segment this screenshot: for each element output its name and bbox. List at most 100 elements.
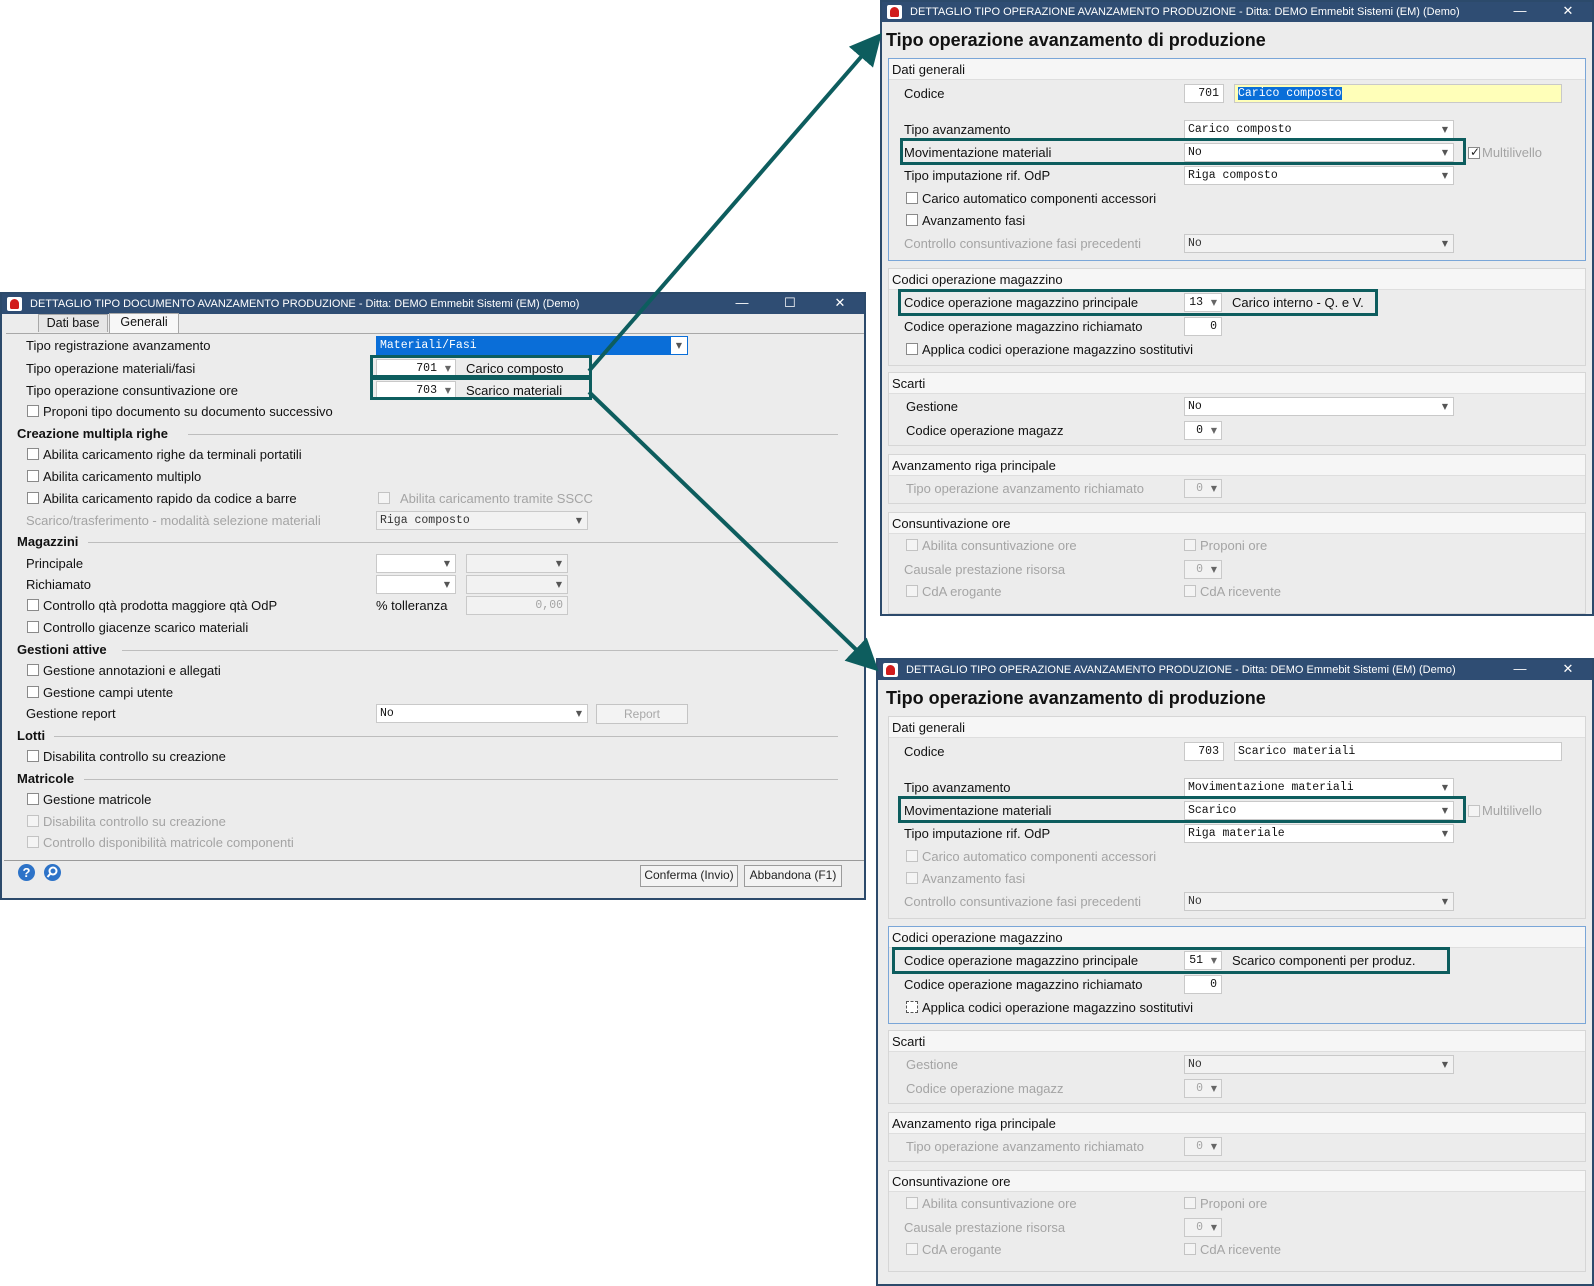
right-top-title: DETTAGLIO TIPO OPERAZIONE AVANZAMENTO PR… — [910, 6, 1460, 18]
cod-magazz-input[interactable]: 0 ▼ — [1184, 1079, 1222, 1098]
multilivello-checkbox[interactable]: ✓ — [1468, 145, 1481, 159]
carico-automatico-checkbox[interactable] — [906, 192, 918, 204]
disabilita-matricole-checkbox[interactable] — [27, 815, 39, 827]
report-button[interactable]: Report — [596, 704, 688, 724]
applica-sostitutivi-checkbox[interactable] — [906, 1001, 918, 1013]
right-bottom-title: DETTAGLIO TIPO OPERAZIONE AVANZAMENTO PR… — [906, 664, 1456, 676]
chevron-down-icon: ▼ — [1441, 171, 1449, 180]
cod-richiamato-input[interactable]: 0 — [1184, 317, 1222, 336]
richiamato-desc: ▼ — [466, 575, 568, 594]
richiamato-select[interactable]: ▼ — [376, 575, 456, 594]
cancel-button[interactable]: Abbandona (F1) — [744, 865, 842, 887]
check-icon: ✓ — [1470, 145, 1481, 159]
gestione-campi-checkbox[interactable] — [27, 686, 39, 698]
minimize-icon[interactable]: — — [1500, 2, 1540, 22]
controllo-qta-checkbox[interactable] — [27, 599, 39, 611]
applica-sostitutivi-checkbox[interactable] — [906, 343, 918, 355]
abilita-ore-checkbox[interactable] — [906, 1197, 918, 1209]
avanzamento-fasi-checkbox[interactable] — [906, 214, 918, 226]
proponi-ore-checkbox[interactable] — [1184, 1197, 1196, 1209]
close-icon[interactable]: ✕ — [1548, 660, 1588, 680]
left-title: DETTAGLIO TIPO DOCUMENTO AVANZAMENTO PRO… — [30, 298, 580, 310]
search-icon[interactable] — [44, 864, 61, 881]
abilita-terminali-label: Abilita caricamento righe da terminali p… — [43, 447, 302, 462]
principale-label: Principale — [26, 556, 84, 571]
abilita-ore-label: Abilita consuntivazione ore — [922, 538, 1077, 553]
proponi-ore-label: Proponi ore — [1200, 538, 1268, 553]
help-icon[interactable]: ? — [18, 864, 35, 881]
codice-label: Codice — [904, 744, 945, 759]
disabilita-lotti-checkbox[interactable] — [27, 750, 39, 762]
chevron-down-icon: ▼ — [1441, 125, 1449, 134]
avanzamento-fasi-checkbox[interactable] — [906, 872, 918, 884]
section-header: Avanzamento riga principale — [889, 455, 1585, 476]
cda-erogante-checkbox[interactable] — [906, 1243, 918, 1255]
imputazione-select[interactable]: Riga materiale ▼ — [1184, 824, 1454, 843]
gestione-annotazioni-checkbox[interactable] — [27, 664, 39, 676]
tipo-op-richiamato-label: Tipo operazione avanzamento richiamato — [906, 481, 1144, 496]
causale-input[interactable]: 0 ▼ — [1184, 1218, 1222, 1237]
imputazione-select[interactable]: Riga composto ▼ — [1184, 166, 1454, 185]
tipo-registrazione-select[interactable]: Materiali/Fasi ▼ — [376, 336, 688, 355]
close-icon[interactable]: ✕ — [820, 294, 860, 314]
section-header: Dati generali — [889, 59, 1585, 80]
codice-input[interactable]: 703 — [1184, 742, 1224, 761]
abilita-terminali-checkbox[interactable] — [27, 448, 39, 460]
cda-erogante-checkbox[interactable] — [906, 585, 918, 597]
tipo-avanzamento-select[interactable]: Carico composto ▼ — [1184, 120, 1454, 139]
abilita-sscc-checkbox[interactable] — [378, 492, 390, 504]
descrizione-input[interactable]: Scarico materiali — [1234, 742, 1562, 761]
section-divider — [84, 779, 838, 780]
controllo-giacenze-checkbox[interactable] — [27, 621, 39, 633]
controllo-fasi-select[interactable]: No ▼ — [1184, 892, 1454, 911]
tipo-avanzamento-select[interactable]: Movimentazione materiali ▼ — [1184, 778, 1454, 797]
cod-magazz-input[interactable]: 0 ▼ — [1184, 421, 1222, 440]
scarico-select[interactable]: Riga composto ▼ — [376, 511, 588, 530]
gestione-select[interactable]: No ▼ — [1184, 1055, 1454, 1074]
multilivello-checkbox[interactable] — [1468, 805, 1480, 817]
abilita-sscc-label: Abilita caricamento tramite SSCC — [400, 491, 593, 506]
codice-label: Codice — [904, 86, 945, 101]
section-header: Avanzamento riga principale — [889, 1113, 1585, 1134]
gestione-select[interactable]: No ▼ — [1184, 397, 1454, 416]
tolleranza-input[interactable]: 0,00 — [466, 596, 568, 615]
cda-ricevente-checkbox[interactable] — [1184, 1243, 1196, 1255]
cod-richiamato-input[interactable]: 0 — [1184, 975, 1222, 994]
proponi-checkbox[interactable] — [27, 405, 39, 417]
minimize-icon[interactable]: — — [1500, 660, 1540, 680]
descrizione-input[interactable]: Carico composto — [1234, 84, 1562, 103]
abilita-multiplo-checkbox[interactable] — [27, 470, 39, 482]
gestione-report-select[interactable]: No ▼ — [376, 704, 588, 723]
proponi-ore-label: Proponi ore — [1200, 1196, 1268, 1211]
tipo-op-richiamato-input[interactable]: 0 ▼ — [1184, 479, 1222, 498]
section-header: Consuntivazione ore — [889, 513, 1585, 534]
section-divider — [188, 434, 838, 435]
codice-input[interactable]: 701 — [1184, 84, 1224, 103]
cda-ricevente-checkbox[interactable] — [1184, 585, 1196, 597]
maximize-icon[interactable]: ☐ — [770, 294, 810, 314]
tipo-avanzamento-label: Tipo avanzamento — [904, 780, 1011, 795]
close-icon[interactable]: ✕ — [1548, 2, 1588, 22]
cda-ricevente-label: CdA ricevente — [1200, 1242, 1281, 1257]
minimize-icon[interactable]: — — [722, 294, 762, 314]
applica-sostitutivi-label: Applica codici operazione magazzino sost… — [922, 342, 1193, 357]
section-header: Codici operazione magazzino — [889, 269, 1585, 290]
chevron-down-icon: ▼ — [1210, 484, 1218, 493]
carico-automatico-checkbox[interactable] — [906, 850, 918, 862]
highlight-box-movimentazione — [900, 138, 1466, 165]
chevron-down-icon: ▼ — [671, 337, 687, 354]
abilita-rapido-checkbox[interactable] — [27, 492, 39, 504]
controllo-matricole-checkbox[interactable] — [27, 836, 39, 848]
highlight-box-701 — [370, 355, 592, 378]
confirm-button[interactable]: Conferma (Invio) — [640, 865, 738, 887]
causale-input[interactable]: 0 ▼ — [1184, 560, 1222, 579]
abilita-ore-checkbox[interactable] — [906, 539, 918, 551]
gestione-matricole-label: Gestione matricole — [43, 792, 152, 807]
gestione-matricole-checkbox[interactable] — [27, 793, 39, 805]
tab-dati-base[interactable]: Dati base — [38, 314, 108, 332]
principale-select[interactable]: ▼ — [376, 554, 456, 573]
controllo-fasi-select[interactable]: No ▼ — [1184, 234, 1454, 253]
proponi-ore-checkbox[interactable] — [1184, 539, 1196, 551]
tab-generali[interactable]: Generali — [109, 313, 179, 333]
tipo-op-richiamato-input[interactable]: 0 ▼ — [1184, 1137, 1222, 1156]
